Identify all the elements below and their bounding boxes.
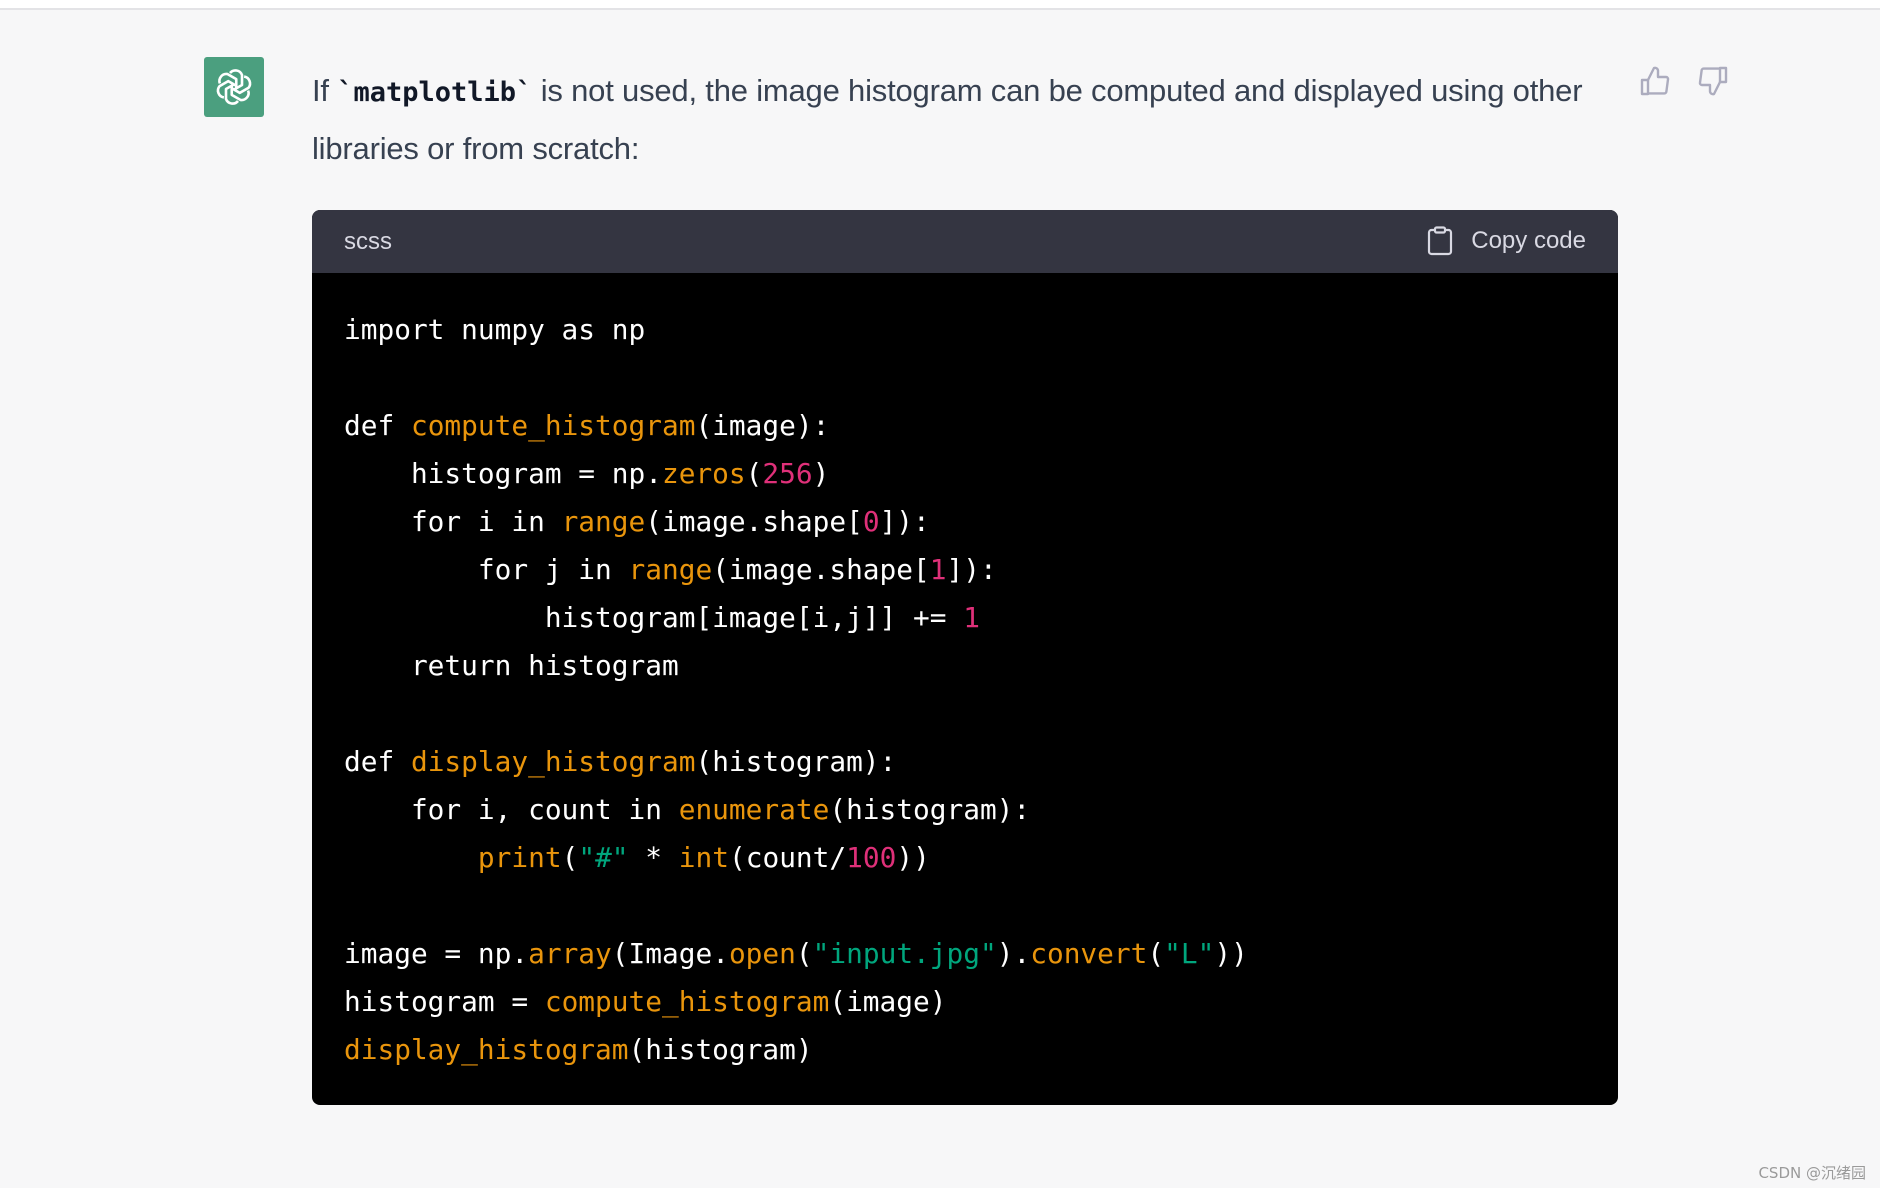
code-token-text: ) bbox=[812, 457, 830, 490]
code-token-text: * bbox=[628, 841, 679, 874]
code-line: image = np.array(Image.open("input.jpg")… bbox=[344, 930, 1586, 978]
code-token-text: import numpy as np bbox=[344, 313, 646, 346]
code-token-function: display_histogram bbox=[410, 745, 696, 778]
code-language-label: scss bbox=[344, 228, 392, 255]
code-token-text: histogram = np. bbox=[344, 457, 662, 490]
code-token-text: (histogram): bbox=[829, 793, 1031, 826]
copy-code-button[interactable]: Copy code bbox=[1427, 226, 1586, 256]
copy-code-label: Copy code bbox=[1471, 227, 1586, 254]
code-token-text: histogram[image[i,j]] += bbox=[344, 601, 964, 634]
code-line: def compute_histogram(image): bbox=[344, 402, 1586, 450]
code-token-string: "L" bbox=[1164, 937, 1215, 970]
thumbs-up-icon bbox=[1640, 66, 1670, 96]
code-token-string: "input.jpg" bbox=[812, 937, 997, 970]
thumbs-down-icon bbox=[1698, 66, 1728, 96]
code-token-function: compute_histogram bbox=[544, 985, 830, 1018]
code-token-text: (image.shape[ bbox=[645, 505, 863, 538]
code-token-text: image = np. bbox=[344, 937, 529, 970]
code-token-function: print bbox=[477, 841, 562, 874]
code-token-text: ). bbox=[996, 937, 1031, 970]
code-token-function: open bbox=[728, 937, 796, 970]
code-line: histogram = compute_histogram(image) bbox=[344, 978, 1586, 1026]
code-token-text: for i in bbox=[344, 505, 562, 538]
code-line: print("#" * int(count/100)) bbox=[344, 834, 1586, 882]
code-token-text: ( bbox=[795, 937, 813, 970]
code-token-text: def bbox=[344, 409, 411, 442]
code-token-text: ( bbox=[1147, 937, 1165, 970]
code-token-function: zeros bbox=[661, 457, 746, 490]
thumbs-up-button[interactable] bbox=[1640, 64, 1670, 98]
assistant-message: If `matplotlib` is not used, the image h… bbox=[312, 63, 1622, 177]
code-token-text: ( bbox=[561, 841, 579, 874]
code-block: scss Copy code import numpy as np def com… bbox=[312, 210, 1618, 1105]
code-token-function: array bbox=[528, 937, 612, 970]
code-token-text: for i, count in bbox=[344, 793, 679, 826]
code-token-text: ]): bbox=[879, 505, 930, 538]
code-token-text: return histogram bbox=[344, 649, 679, 682]
code-token-function: display_histogram bbox=[344, 1033, 629, 1066]
code-token-text: ]): bbox=[946, 553, 997, 586]
code-token-function: enumerate bbox=[678, 793, 830, 826]
clipboard-icon bbox=[1428, 226, 1453, 256]
feedback-buttons bbox=[1640, 64, 1728, 98]
code-content[interactable]: import numpy as np def compute_histogram(… bbox=[312, 273, 1618, 1074]
code-token-text: (image) bbox=[829, 985, 947, 1018]
code-line: def display_histogram(histogram): bbox=[344, 738, 1586, 786]
code-line: for j in range(image.shape[1]): bbox=[344, 546, 1586, 594]
thumbs-down-button[interactable] bbox=[1698, 64, 1728, 98]
code-token-text: (count/ bbox=[728, 841, 847, 874]
code-line: for i, count in enumerate(histogram): bbox=[344, 786, 1586, 834]
code-token-text: for j in bbox=[344, 553, 629, 586]
code-token-function: compute_histogram bbox=[410, 409, 696, 442]
code-token-number: 1 bbox=[929, 553, 947, 586]
code-token-text: histogram = bbox=[344, 985, 545, 1018]
watermark: CSDN @沉绪园 bbox=[1758, 1164, 1866, 1182]
code-line: histogram = np.zeros(256) bbox=[344, 450, 1586, 498]
code-token-text: ( bbox=[745, 457, 763, 490]
code-token-text: (Image. bbox=[611, 937, 729, 970]
code-token-number: 1 bbox=[963, 601, 980, 634]
code-token-text: (histogram): bbox=[695, 745, 897, 778]
code-token-text: (image.shape[ bbox=[712, 553, 930, 586]
openai-logo-icon bbox=[216, 69, 252, 105]
code-line: for i in range(image.shape[0]): bbox=[344, 498, 1586, 546]
code-token-text: )) bbox=[896, 841, 930, 874]
code-token-function: range bbox=[561, 505, 646, 538]
assistant-avatar bbox=[204, 57, 264, 117]
code-token-function: convert bbox=[1030, 937, 1148, 970]
code-line: return histogram bbox=[344, 642, 1586, 690]
code-token-number: 100 bbox=[846, 841, 897, 874]
code-token-number: 0 bbox=[862, 505, 880, 538]
code-token-string: "#" bbox=[578, 841, 629, 874]
code-token-function: int bbox=[678, 841, 729, 874]
code-token-text: def bbox=[344, 745, 411, 778]
top-divider bbox=[0, 0, 1880, 10]
message-text-prefix: If bbox=[312, 73, 338, 108]
code-token-text: (image): bbox=[695, 409, 830, 442]
code-token-function: range bbox=[628, 553, 713, 586]
code-token-text: (histogram) bbox=[628, 1033, 813, 1066]
code-line: import numpy as np bbox=[344, 306, 1586, 354]
code-line: display_histogram(histogram) bbox=[344, 1026, 1586, 1074]
code-line: histogram[image[i,j]] += 1 bbox=[344, 594, 1586, 642]
code-block-header: scss Copy code bbox=[312, 210, 1618, 273]
code-token-number: 256 bbox=[762, 457, 813, 490]
code-token-text: )) bbox=[1214, 937, 1248, 970]
inline-code: `matplotlib` bbox=[337, 77, 533, 108]
